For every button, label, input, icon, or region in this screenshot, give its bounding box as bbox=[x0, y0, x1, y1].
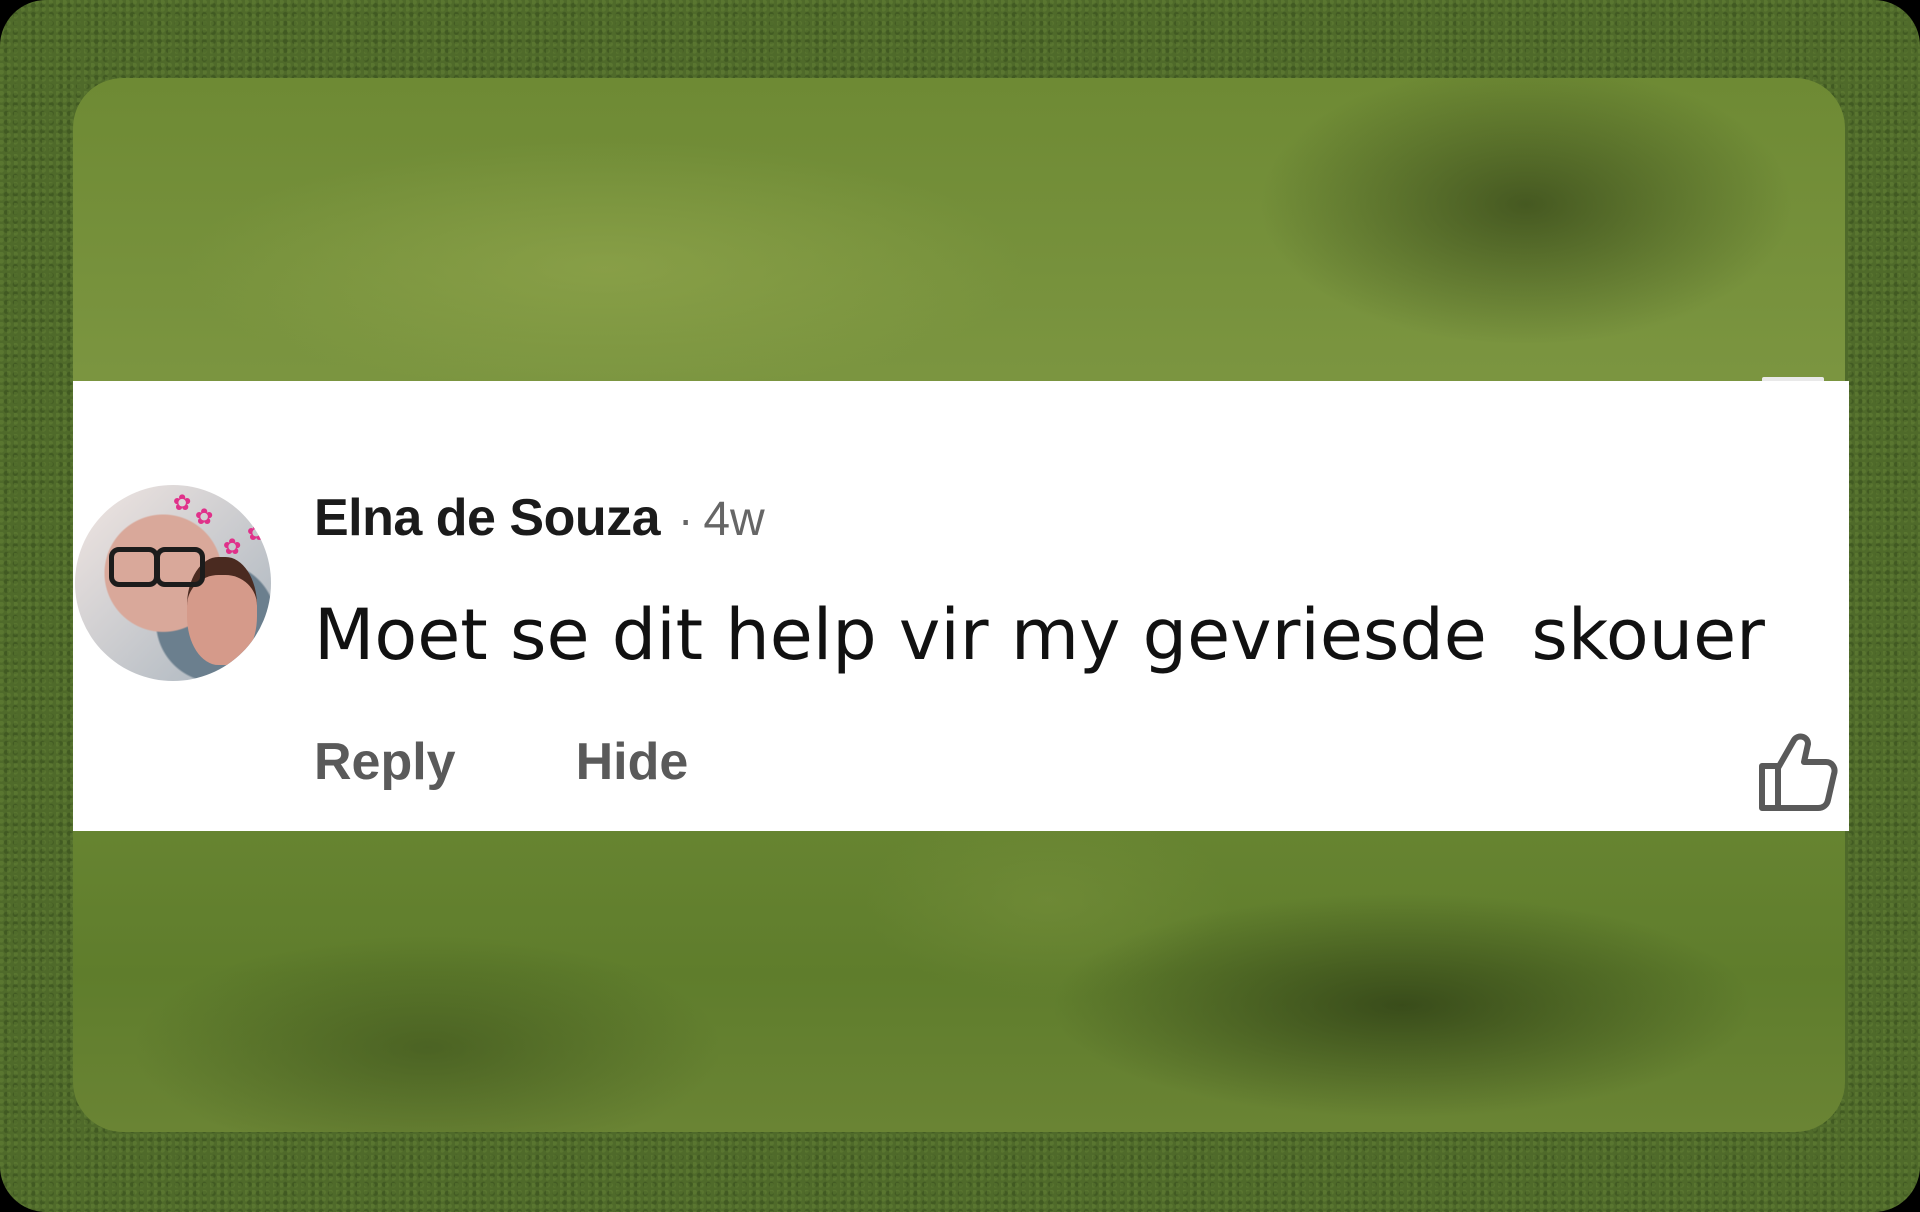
avatar-glasses bbox=[155, 547, 205, 587]
avatar[interactable]: ✿ ✿ ✿ ✿ bbox=[75, 485, 271, 681]
comment-timestamp[interactable]: 4w bbox=[703, 492, 764, 547]
comment-header: Elna de Souza · 4w bbox=[314, 488, 765, 548]
flower-crown-icon: ✿ bbox=[247, 521, 266, 546]
header-separator: · bbox=[678, 493, 694, 545]
flower-crown-icon: ✿ bbox=[223, 535, 242, 560]
author-name[interactable]: Elna de Souza bbox=[314, 488, 661, 548]
hide-button[interactable]: Hide bbox=[576, 732, 689, 792]
avatar-glasses bbox=[109, 547, 159, 587]
comment-actions: Reply Hide bbox=[314, 732, 688, 792]
comment-text: Moet se dit help vir my gevriesde skouer bbox=[314, 594, 1765, 676]
thumbs-up-icon[interactable] bbox=[1756, 730, 1838, 812]
flower-crown-icon: ✿ bbox=[173, 491, 192, 516]
flower-crown-icon: ✿ bbox=[195, 505, 214, 530]
reply-button[interactable]: Reply bbox=[314, 732, 456, 792]
